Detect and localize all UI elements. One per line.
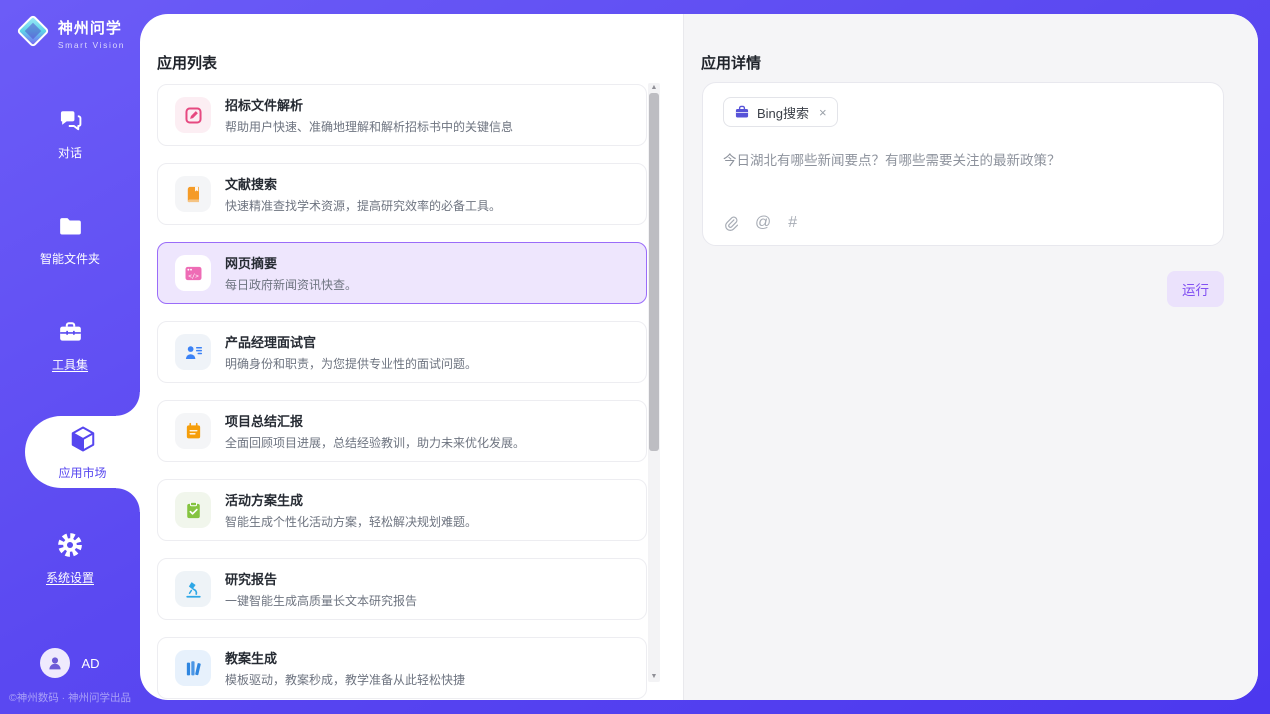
app-detail-title: 应用详情	[701, 52, 761, 73]
app-item-title: 教案生成	[225, 648, 465, 667]
copyright-footer: ©神州数码 · 神州问学出品	[9, 690, 131, 705]
scrollbar-up-icon[interactable]: ▲	[648, 83, 660, 93]
pen-square-icon	[175, 97, 211, 133]
sidebar-item-cube[interactable]: 应用市场	[25, 416, 140, 488]
app-list-item[interactable]: </> 网页摘要 每日政府新闻资讯快查。	[157, 242, 647, 304]
app-item-description: 帮助用户快速、准确地理解和解析招标书中的关键信息	[225, 118, 513, 135]
sidebar-item-toolbox[interactable]: 工具集	[0, 310, 140, 382]
sidebar-item-label: 系统设置	[46, 569, 94, 586]
app-item-title: 研究报告	[225, 569, 417, 588]
avatar	[40, 648, 70, 678]
app-list-item[interactable]: 项目总结汇报 全面回顾项目进展，总结经验教训，助力未来优化发展。	[157, 400, 647, 462]
at-icon[interactable]: @	[755, 214, 771, 232]
scrollbar[interactable]: ▲ ▼	[648, 83, 660, 682]
toolbox-icon	[57, 319, 84, 349]
sidebar-item-gear[interactable]: 系统设置	[0, 522, 140, 594]
chat-icon	[57, 107, 84, 137]
app-list-item[interactable]: 产品经理面试官 明确身份和职责，为您提供专业性的面试问题。	[157, 321, 647, 383]
app-item-title: 文献搜索	[225, 174, 501, 193]
scrollbar-down-icon[interactable]: ▼	[648, 672, 660, 682]
user-initials: AD	[81, 656, 99, 671]
app-item-title: 招标文件解析	[225, 95, 513, 114]
app-item-description: 智能生成个性化活动方案，轻松解决规划难题。	[225, 513, 477, 530]
folder-icon	[57, 213, 84, 243]
briefcase-icon	[734, 104, 750, 120]
sidebar: 神州问学 Smart Vision 对话 智能文件夹 工具集 应用市场 系统设置…	[0, 0, 140, 714]
app-item-title: 活动方案生成	[225, 490, 477, 509]
app-item-title: 项目总结汇报	[225, 411, 525, 430]
sidebar-item-label: 应用市场	[58, 464, 106, 481]
microscope-icon	[175, 571, 211, 607]
gear-icon	[56, 531, 84, 562]
app-item-description: 全面回顾项目进展，总结经验教训，助力未来优化发展。	[225, 434, 525, 451]
prompt-card: Bing搜索 × 今日湖北有哪些新闻要点？有哪些需要关注的最新政策？ @#	[702, 82, 1224, 246]
chip-close-icon[interactable]: ×	[819, 105, 827, 120]
tool-chip-bing-search[interactable]: Bing搜索 ×	[723, 97, 838, 127]
app-list-item[interactable]: 文献搜索 快速精准查找学术资源，提高研究效率的必备工具。	[157, 163, 647, 225]
app-item-description: 每日政府新闻资讯快查。	[225, 276, 357, 293]
brand-subtitle: Smart Vision	[58, 40, 125, 50]
book-icon	[175, 176, 211, 212]
user-menu[interactable]: AD	[40, 648, 99, 678]
brand-diamond-icon	[15, 13, 51, 54]
hash-icon[interactable]: #	[788, 214, 797, 232]
clipboard-check-icon	[175, 492, 211, 528]
app-window: 神州问学 Smart Vision 对话 智能文件夹 工具集 应用市场 系统设置…	[0, 0, 1270, 714]
app-item-description: 一键智能生成高质量长文本研究报告	[225, 592, 417, 609]
sidebar-item-label: 智能文件夹	[40, 250, 100, 267]
run-row: 运行	[702, 271, 1224, 307]
app-list: 招标文件解析 帮助用户快速、准确地理解和解析招标书中的关键信息 文献搜索 快速精…	[157, 84, 647, 699]
sidebar-item-label: 工具集	[52, 356, 88, 373]
interviewer-icon	[175, 334, 211, 370]
sidebar-item-label: 对话	[58, 144, 82, 161]
content-panel: 应用列表 招标文件解析 帮助用户快速、准确地理解和解析招标书中的关键信息 文献搜…	[140, 14, 1258, 700]
svg-text:</>: </>	[188, 273, 199, 279]
app-item-title: 产品经理面试官	[225, 332, 477, 351]
app-list-pane: 应用列表 招标文件解析 帮助用户快速、准确地理解和解析招标书中的关键信息 文献搜…	[140, 14, 683, 700]
sidebar-item-chat[interactable]: 对话	[0, 98, 140, 170]
browser-code-icon: </>	[175, 255, 211, 291]
books-icon	[175, 650, 211, 686]
sidebar-nav: 对话 智能文件夹 工具集 应用市场 系统设置	[0, 98, 140, 594]
app-item-description: 模板驱动，教案秒成，教学准备从此轻松快捷	[225, 671, 465, 688]
run-button[interactable]: 运行	[1167, 271, 1224, 307]
brand-name: 神州问学	[58, 17, 125, 38]
app-list-item[interactable]: 教案生成 模板驱动，教案秒成，教学准备从此轻松快捷	[157, 637, 647, 699]
paperclip-icon[interactable]	[723, 215, 738, 232]
app-item-title: 网页摘要	[225, 253, 357, 272]
app-item-description: 快速精准查找学术资源，提高研究效率的必备工具。	[225, 197, 501, 214]
scrollbar-thumb[interactable]	[649, 93, 659, 451]
app-list-item[interactable]: 活动方案生成 智能生成个性化活动方案，轻松解决规划难题。	[157, 479, 647, 541]
app-item-description: 明确身份和职责，为您提供专业性的面试问题。	[225, 355, 477, 372]
composer-toolbar: @#	[723, 214, 797, 232]
app-list-item[interactable]: 招标文件解析 帮助用户快速、准确地理解和解析招标书中的关键信息	[157, 84, 647, 146]
cube-icon	[68, 424, 98, 457]
sidebar-item-folder[interactable]: 智能文件夹	[0, 204, 140, 276]
app-list-item[interactable]: 研究报告 一键智能生成高质量长文本研究报告	[157, 558, 647, 620]
app-detail-pane: 应用详情 Bing搜索 × 今日湖北有哪些新闻要点？有哪些需要关注的最新政策？ …	[683, 14, 1258, 700]
report-note-icon	[175, 413, 211, 449]
question-text[interactable]: 今日湖北有哪些新闻要点？有哪些需要关注的最新政策？	[723, 151, 1203, 171]
brand-logo: 神州问学 Smart Vision	[15, 13, 125, 54]
app-list-title: 应用列表	[157, 52, 217, 73]
tool-chip-label: Bing搜索	[757, 103, 809, 122]
